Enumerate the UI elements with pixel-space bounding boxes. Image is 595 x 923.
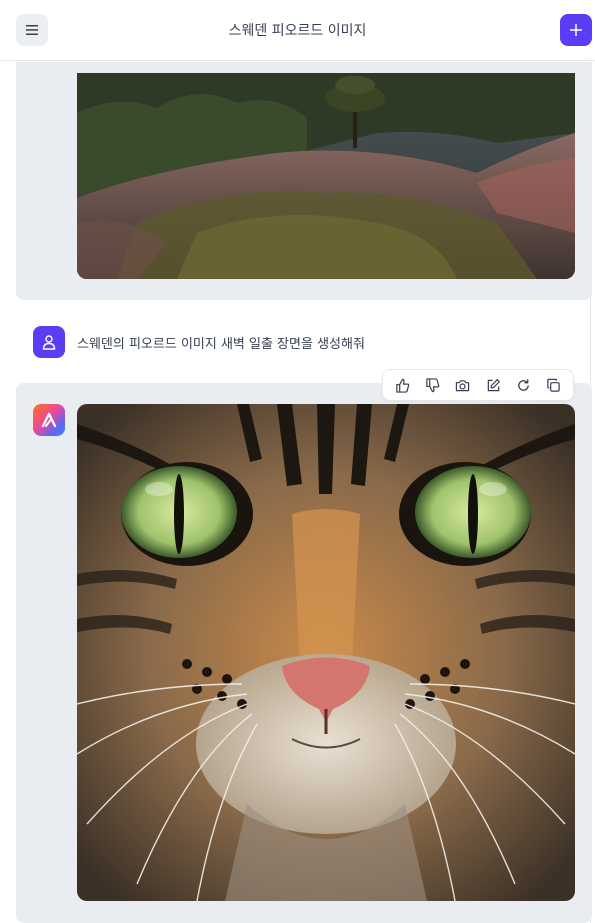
assistant-avatar (33, 404, 65, 436)
edit-button[interactable] (480, 372, 506, 398)
edit-icon (486, 378, 501, 393)
capture-button[interactable] (450, 372, 476, 398)
top-bar: 스웨덴 피오르드 이미지 (0, 0, 595, 61)
dislike-button[interactable] (419, 372, 445, 398)
like-button[interactable] (389, 372, 415, 398)
generated-cat-image[interactable] (77, 404, 575, 901)
new-chat-button[interactable] (560, 14, 592, 46)
regenerate-button[interactable] (510, 372, 536, 398)
assistant-logo-icon (40, 411, 58, 429)
thumbs-down-icon (425, 377, 440, 393)
copy-button[interactable] (541, 372, 567, 398)
user-icon (41, 334, 57, 350)
camera-icon (455, 378, 470, 393)
plus-icon (570, 24, 582, 36)
copy-icon (546, 378, 561, 393)
message-action-toolbar (382, 369, 574, 401)
refresh-icon (516, 378, 531, 393)
user-message-text: 스웨덴의 피오르드 이미지 새벽 일출 장면을 생성해줘 (77, 336, 365, 352)
generated-landscape-image[interactable] (77, 73, 575, 279)
thumbs-up-icon (395, 378, 410, 393)
page-title: 스웨덴 피오르드 이미지 (228, 23, 367, 39)
user-avatar (33, 326, 65, 358)
